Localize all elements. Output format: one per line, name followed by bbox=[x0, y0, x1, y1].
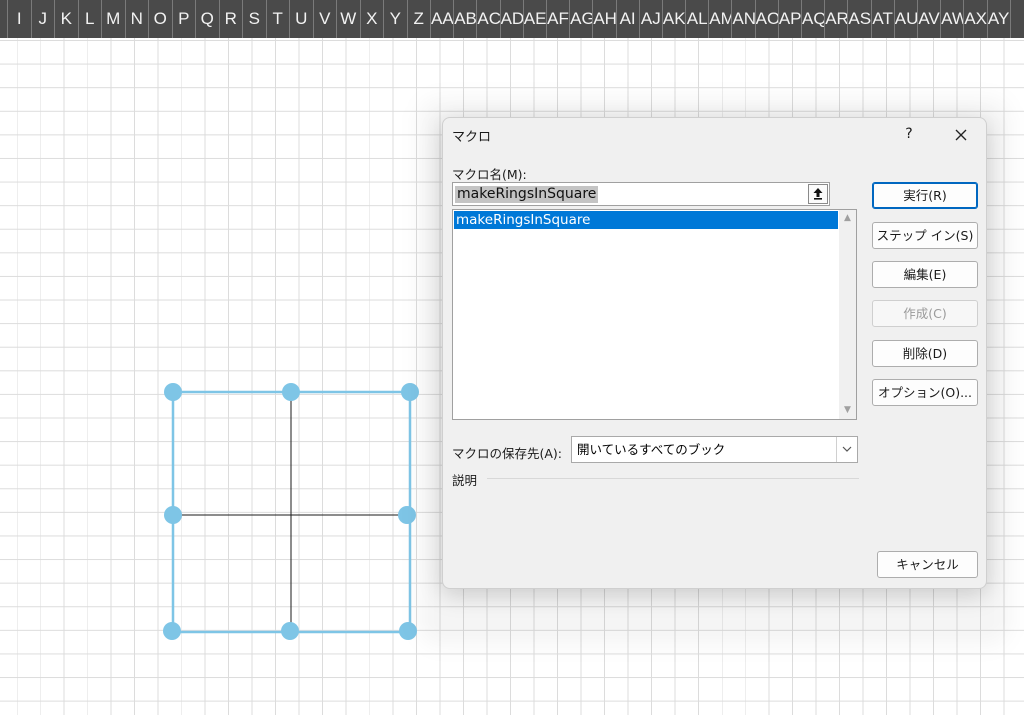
macro-location-value: 開いているすべてのブック bbox=[577, 442, 726, 457]
scroll-down-icon[interactable]: ▼ bbox=[839, 402, 856, 419]
macro-dialog: マクロ ? マクロ名(M): makeRingsInSquare makeRin… bbox=[442, 117, 987, 589]
delete-button[interactable]: 削除(D) bbox=[872, 340, 978, 367]
column-header-q[interactable]: Q bbox=[196, 0, 220, 38]
column-header-ar[interactable]: AR bbox=[825, 0, 849, 38]
column-header-ax[interactable]: AX bbox=[964, 0, 988, 38]
column-header-as[interactable]: AS bbox=[848, 0, 872, 38]
column-header-ay[interactable]: AY bbox=[988, 0, 1011, 38]
column-header-aw[interactable]: AW bbox=[941, 0, 965, 38]
column-header-af[interactable]: AF bbox=[547, 0, 571, 38]
description-label: 説明 bbox=[452, 473, 478, 488]
macro-name-label: マクロ名(M): bbox=[452, 167, 527, 182]
column-header-av[interactable]: AV bbox=[918, 0, 942, 38]
handle-bottom-right[interactable] bbox=[399, 622, 417, 640]
column-header-x[interactable]: X bbox=[361, 0, 384, 38]
close-icon bbox=[955, 129, 967, 141]
column-header-aq[interactable]: AQ bbox=[802, 0, 826, 38]
column-header-ac[interactable]: AC bbox=[477, 0, 501, 38]
column-header-s[interactable]: S bbox=[243, 0, 267, 38]
column-header-o[interactable]: O bbox=[149, 0, 173, 38]
column-header-ab[interactable]: AB bbox=[454, 0, 478, 38]
list-item[interactable]: makeRingsInSquare bbox=[454, 211, 838, 229]
column-header-w[interactable]: W bbox=[337, 0, 361, 38]
chevron-down-icon[interactable] bbox=[836, 437, 857, 462]
column-header-am[interactable]: AM bbox=[709, 0, 733, 38]
column-header-at[interactable]: AT bbox=[872, 0, 895, 38]
column-header-partial[interactable] bbox=[0, 0, 8, 38]
handle-top-left[interactable] bbox=[164, 383, 182, 401]
macro-location-select[interactable]: 開いているすべてのブック bbox=[571, 436, 858, 463]
column-header-r[interactable]: R bbox=[220, 0, 243, 38]
run-button[interactable]: 実行(R) bbox=[872, 182, 978, 209]
column-header-i[interactable]: I bbox=[8, 0, 32, 38]
macro-name-value: makeRingsInSquare bbox=[455, 186, 599, 203]
column-header-t[interactable]: T bbox=[267, 0, 290, 38]
column-header-ag[interactable]: AG bbox=[570, 0, 594, 38]
handle-bottom-middle[interactable] bbox=[281, 622, 299, 640]
column-header-bar: I J K L M N O P Q R S T U V W X Y Z AA AB AC AD AE AF AG AH AI AJ AK… bbox=[0, 0, 1024, 38]
column-header-j[interactable]: J bbox=[32, 0, 55, 38]
column-header-u[interactable]: U bbox=[290, 0, 314, 38]
column-header-v[interactable]: V bbox=[314, 0, 337, 38]
column-header-ai[interactable]: AI bbox=[617, 0, 640, 38]
handle-top-middle[interactable] bbox=[282, 383, 300, 401]
column-header-an[interactable]: AN bbox=[732, 0, 756, 38]
handle-middle-right[interactable] bbox=[398, 506, 416, 524]
upload-arrow-icon bbox=[813, 188, 823, 200]
column-header-aa[interactable]: AA bbox=[431, 0, 455, 38]
column-header-au[interactable]: AU bbox=[895, 0, 918, 38]
macro-location-label: マクロの保存先(A): bbox=[452, 446, 563, 461]
edit-button[interactable]: 編集(E) bbox=[872, 261, 978, 288]
macro-name-input[interactable]: makeRingsInSquare bbox=[452, 182, 830, 206]
column-header-aj[interactable]: AJ bbox=[640, 0, 663, 38]
column-header-p[interactable]: P bbox=[173, 0, 196, 38]
column-header-m[interactable]: M bbox=[102, 0, 126, 38]
macro-list[interactable]: makeRingsInSquare ▲ ▼ bbox=[452, 209, 857, 420]
collapse-dialog-button[interactable] bbox=[808, 184, 828, 204]
close-button[interactable] bbox=[949, 124, 973, 146]
cancel-button[interactable]: キャンセル bbox=[877, 551, 978, 578]
step-in-button[interactable]: ステップ イン(S) bbox=[872, 222, 978, 249]
column-header-k[interactable]: K bbox=[55, 0, 79, 38]
column-header-n[interactable]: N bbox=[126, 0, 149, 38]
column-header-l[interactable]: L bbox=[79, 0, 102, 38]
column-header-ae[interactable]: AE bbox=[524, 0, 547, 38]
column-header-ad[interactable]: AD bbox=[501, 0, 524, 38]
dialog-title: マクロ bbox=[452, 130, 492, 145]
column-header-ak[interactable]: AK bbox=[663, 0, 687, 38]
help-button[interactable]: ? bbox=[899, 124, 919, 144]
column-header-ah[interactable]: AH bbox=[593, 0, 617, 38]
column-header-y[interactable]: Y bbox=[384, 0, 408, 38]
create-button: 作成(C) bbox=[872, 300, 978, 327]
list-scrollbar[interactable]: ▲ ▼ bbox=[839, 210, 856, 419]
handle-bottom-left[interactable] bbox=[163, 622, 181, 640]
column-header-ao[interactable]: AO bbox=[756, 0, 779, 38]
handle-middle-left[interactable] bbox=[164, 506, 182, 524]
column-header-al[interactable]: AL bbox=[686, 0, 710, 38]
scroll-up-icon[interactable]: ▲ bbox=[839, 210, 856, 227]
options-button[interactable]: オプション(O)... bbox=[872, 379, 978, 406]
handle-top-right[interactable] bbox=[401, 383, 419, 401]
description-divider bbox=[487, 478, 859, 479]
column-header-z[interactable]: Z bbox=[408, 0, 431, 38]
column-header-ap[interactable]: AP bbox=[779, 0, 802, 38]
